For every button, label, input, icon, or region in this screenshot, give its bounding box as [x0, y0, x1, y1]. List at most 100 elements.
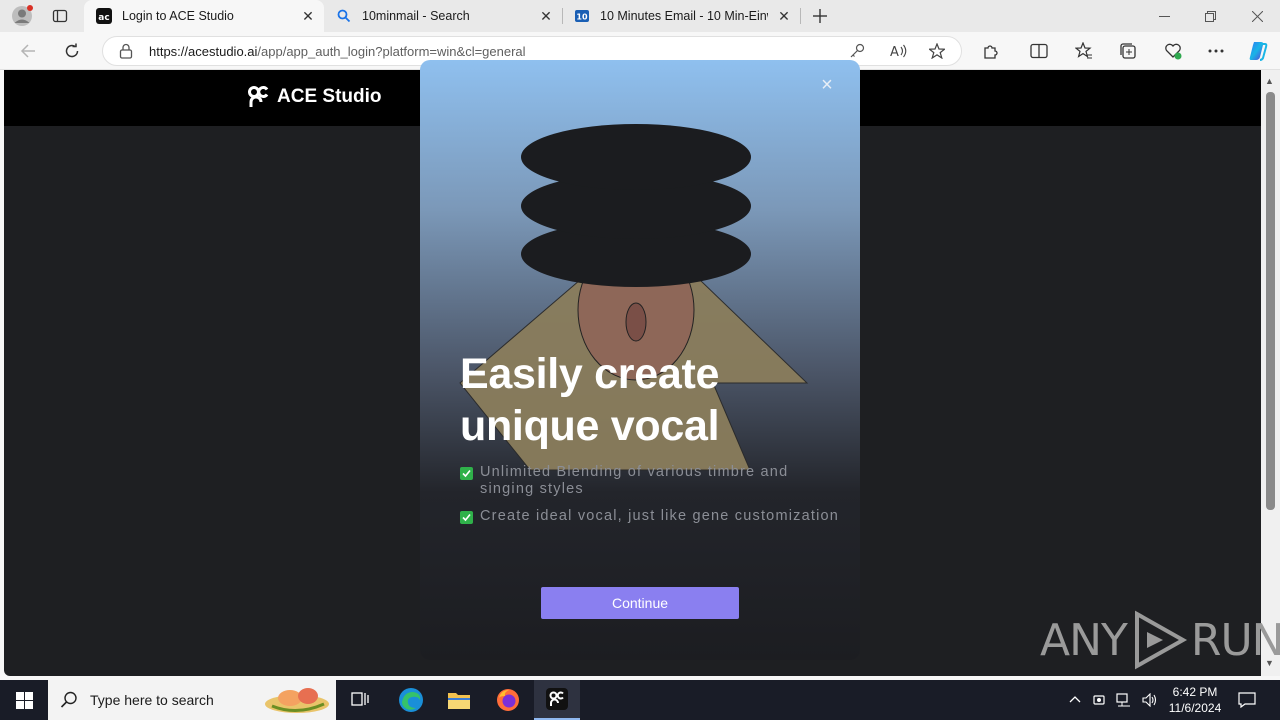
- minimize-icon: [1158, 15, 1170, 17]
- tab-10minmail-search[interactable]: 10minmail - Search ✕: [324, 0, 562, 32]
- search-highlight-illustration-icon: [265, 688, 329, 713]
- copilot-button[interactable]: [1243, 36, 1273, 66]
- search-placeholder: Type here to search: [90, 692, 214, 708]
- plus-icon: [813, 9, 827, 23]
- tab-strip: ac Login to ACE Studio ✕ 10minmail - Sea…: [0, 0, 1280, 32]
- start-button[interactable]: [0, 680, 48, 720]
- close-icon: [1251, 10, 1263, 22]
- edge-icon: [399, 688, 423, 712]
- anyrun-watermark: ANY RUN: [1040, 610, 1280, 670]
- svg-text:10: 10: [576, 13, 588, 22]
- tab-actions-icon: [52, 9, 68, 23]
- watermark-text: ANY: [1040, 614, 1128, 666]
- ace-logo-icon: [248, 86, 269, 107]
- windows-logo-icon: [15, 691, 33, 709]
- back-arrow-icon: [20, 44, 35, 58]
- heartbeat-icon: [1165, 43, 1182, 60]
- feature-text: Unlimited Blending of various timbre and…: [480, 464, 789, 497]
- scrollbar-thumb[interactable]: [1266, 92, 1275, 510]
- taskbar-firefox[interactable]: [485, 680, 531, 720]
- chevron-up-icon[interactable]: [1068, 693, 1082, 707]
- back-button[interactable]: [13, 36, 43, 66]
- taskbar-file-explorer[interactable]: [436, 680, 482, 720]
- collections-button[interactable]: [1113, 36, 1143, 66]
- url-host: https://acestudio.ai: [149, 44, 258, 59]
- firefox-icon: [497, 689, 519, 711]
- notification-icon: [1238, 692, 1256, 708]
- taskbar: Type here to search 6:42 PM 11/6/2024: [0, 680, 1280, 720]
- tab-label: Login to ACE Studio: [122, 9, 234, 23]
- tab-close-icon[interactable]: ✕: [538, 8, 554, 24]
- split-screen-button[interactable]: [1024, 36, 1054, 66]
- modal-close-icon[interactable]: ×: [818, 75, 836, 95]
- feature-item: Create ideal vocal, just like gene custo…: [460, 508, 840, 525]
- taskbar-edge[interactable]: [388, 680, 434, 720]
- puzzle-icon: [984, 45, 998, 59]
- taskbar-clock[interactable]: 6:42 PM 11/6/2024: [1162, 684, 1228, 716]
- extensions-button[interactable]: [976, 36, 1006, 66]
- ace-studio-app-icon: [546, 688, 568, 710]
- browser-essentials-button[interactable]: [1158, 36, 1188, 66]
- tab-close-icon[interactable]: ✕: [300, 8, 316, 24]
- read-aloud-icon[interactable]: A: [890, 43, 908, 64]
- continue-button[interactable]: Continue: [541, 587, 739, 619]
- profile-avatar[interactable]: [10, 5, 34, 27]
- folder-icon: [448, 693, 470, 709]
- page-scrollbar[interactable]: ▲ ▼: [1261, 70, 1280, 676]
- more-icon: [1208, 49, 1224, 53]
- checkmark-icon: [460, 511, 473, 524]
- settings-more-button[interactable]: [1201, 36, 1231, 66]
- tab-actions-button[interactable]: [48, 6, 72, 26]
- url-path: /app/app_auth_login?platform=win&cl=gene…: [257, 44, 526, 59]
- tab-close-icon[interactable]: ✕: [776, 8, 792, 24]
- ethernet-icon[interactable]: [1116, 693, 1132, 707]
- refresh-button[interactable]: [57, 36, 87, 66]
- minimize-button[interactable]: [1141, 0, 1187, 32]
- ace-studio-logo[interactable]: ACE Studio: [247, 85, 382, 109]
- clock-time: 6:42 PM: [1172, 685, 1218, 699]
- collections-icon: [1120, 43, 1136, 59]
- network-device-icon[interactable]: [1092, 693, 1106, 707]
- favorites-button[interactable]: [1069, 36, 1099, 66]
- new-tab-button[interactable]: [808, 4, 832, 28]
- scroll-up-arrow-icon[interactable]: ▲: [1265, 76, 1274, 86]
- checkmark-icon: [460, 467, 473, 480]
- svg-text:ac: ac: [98, 13, 109, 23]
- taskbar-ace-studio[interactable]: [534, 680, 580, 720]
- notifications-button[interactable]: [1232, 680, 1262, 720]
- favorites-icon: [1075, 42, 1092, 59]
- promo-modal: × Easily create unique vocal Unlimited B…: [420, 60, 860, 660]
- task-view-icon: [351, 692, 369, 706]
- modal-title: Easily create unique vocal: [460, 348, 840, 452]
- task-view-button[interactable]: [344, 680, 376, 720]
- copilot-icon: [1249, 42, 1268, 61]
- profile-icon: [12, 5, 33, 26]
- modal-title-line: Easily create: [460, 350, 720, 398]
- favorite-star-icon[interactable]: [927, 42, 947, 64]
- refresh-icon: [65, 43, 79, 58]
- search-favicon: [336, 8, 352, 24]
- clock-date: 11/6/2024: [1168, 701, 1222, 715]
- svg-text:A: A: [890, 45, 899, 59]
- watermark-text: RUN: [1190, 614, 1280, 666]
- feature-item: Unlimited Blending of various timbre and…: [460, 464, 840, 498]
- taskbar-search[interactable]: Type here to search: [48, 680, 336, 720]
- tab-divider: [800, 8, 801, 24]
- restore-icon: [1204, 10, 1216, 22]
- play-logo-icon: [1134, 610, 1187, 670]
- feature-text: Create ideal vocal, just like gene custo…: [480, 508, 840, 524]
- split-screen-icon: [1030, 43, 1048, 59]
- lock-icon[interactable]: [119, 43, 133, 64]
- tab-label: 10minmail - Search: [362, 9, 470, 23]
- tab-ace-studio[interactable]: ac Login to ACE Studio ✕: [84, 0, 324, 32]
- system-tray: [1068, 680, 1158, 720]
- restore-button[interactable]: [1187, 0, 1233, 32]
- tab-label: 10 Minutes Email - 10 Min-Einwe: [600, 9, 768, 23]
- volume-icon[interactable]: [1142, 693, 1158, 707]
- screen: ac Login to ACE Studio ✕ 10minmail - Sea…: [0, 0, 1280, 720]
- modal-title-line: unique vocal: [460, 402, 720, 450]
- close-window-button[interactable]: [1234, 0, 1280, 32]
- url-text: https://acestudio.ai/app/app_auth_login?…: [149, 44, 526, 59]
- tab-10-minutes-email[interactable]: 10 10 Minutes Email - 10 Min-Einwe ✕: [562, 0, 800, 32]
- mail-favicon: 10: [574, 8, 590, 24]
